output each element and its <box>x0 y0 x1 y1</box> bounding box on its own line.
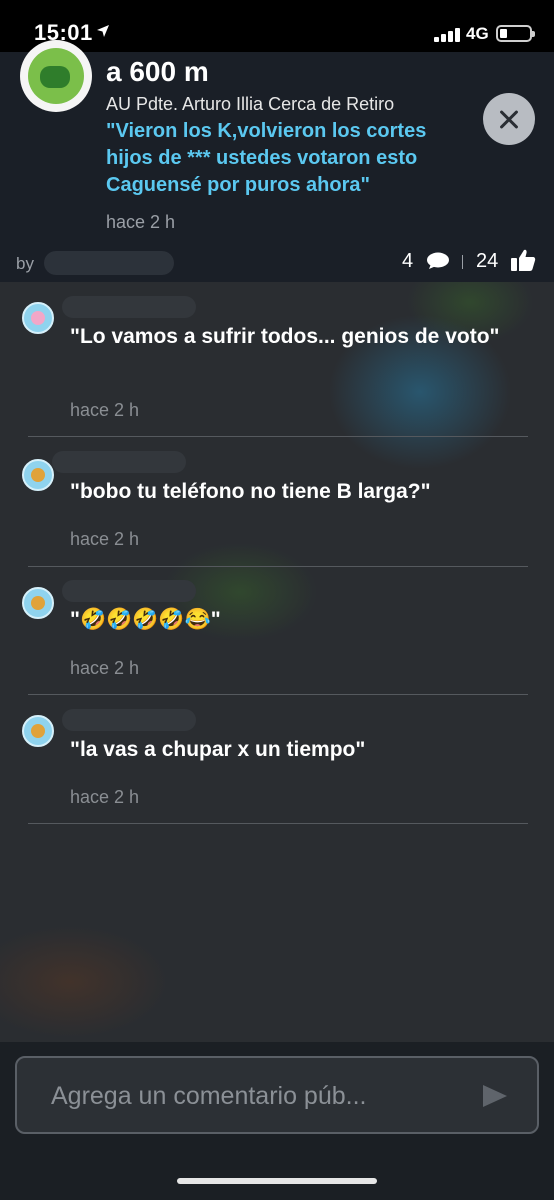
thumbs-up-icon[interactable] <box>510 248 536 272</box>
by-label: by <box>16 254 34 273</box>
comment-input[interactable]: Agrega un comentario púb... <box>15 1056 539 1134</box>
location-arrow-icon <box>97 25 109 37</box>
alert-card: a 600 m AU Pdte. Arturo Illia Cerca de R… <box>0 40 554 282</box>
alert-distance: a 600 m <box>106 56 209 87</box>
comment-text: "🤣🤣🤣🤣😂" <box>70 608 221 631</box>
alert-time: hace 2 h <box>106 212 176 232</box>
count-separator <box>462 255 463 269</box>
commenter-name-redacted <box>52 451 186 473</box>
comment-count: 4 <box>402 250 414 272</box>
comment-divider <box>28 823 528 824</box>
comment-time: hace 2 h <box>70 529 140 549</box>
comment-text: "la vas a chupar x un tiempo" <box>70 738 366 761</box>
commenter-avatar[interactable] <box>22 459 54 491</box>
comment-divider <box>28 694 528 695</box>
commenter-avatar[interactable] <box>22 302 54 334</box>
reporter-name-redacted <box>44 251 174 275</box>
comment-input-placeholder: Agrega un comentario púb... <box>51 1082 367 1110</box>
comments-list[interactable]: "Lo vamos a sufrir todos... genios de vo… <box>0 282 554 1042</box>
alert-quote: "Vieron los K,volvieron los cortes hijos… <box>106 120 427 196</box>
like-count: 24 <box>476 250 499 272</box>
comment-text: "Lo vamos a sufrir todos... genios de vo… <box>70 325 500 348</box>
comment-time: hace 2 h <box>70 400 140 420</box>
send-icon[interactable] <box>483 1085 507 1107</box>
comment-composer: Agrega un comentario púb... <box>0 1042 554 1200</box>
comment-text: "bobo tu teléfono no tiene B larga?" <box>70 480 431 503</box>
comment-icon[interactable] <box>426 252 450 270</box>
signal-icon <box>434 28 460 42</box>
commenter-name-redacted <box>62 709 196 731</box>
comment-divider <box>28 566 528 567</box>
close-button[interactable] <box>483 93 535 145</box>
battery-icon <box>496 25 535 42</box>
status-bar: 15:01 4G <box>0 0 554 52</box>
alert-street: AU Pdte. Arturo Illia Cerca de Retiro <box>106 94 395 114</box>
comment-time: hace 2 h <box>70 658 140 678</box>
commenter-name-redacted <box>62 580 196 602</box>
network-type: 4G <box>466 24 489 43</box>
commenter-avatar[interactable] <box>22 715 54 747</box>
home-indicator[interactable] <box>177 1178 377 1184</box>
alert-chat-icon <box>20 40 92 112</box>
comment-divider <box>28 436 528 437</box>
commenter-name-redacted <box>62 296 196 318</box>
comment-time: hace 2 h <box>70 787 140 807</box>
commenter-avatar[interactable] <box>22 587 54 619</box>
